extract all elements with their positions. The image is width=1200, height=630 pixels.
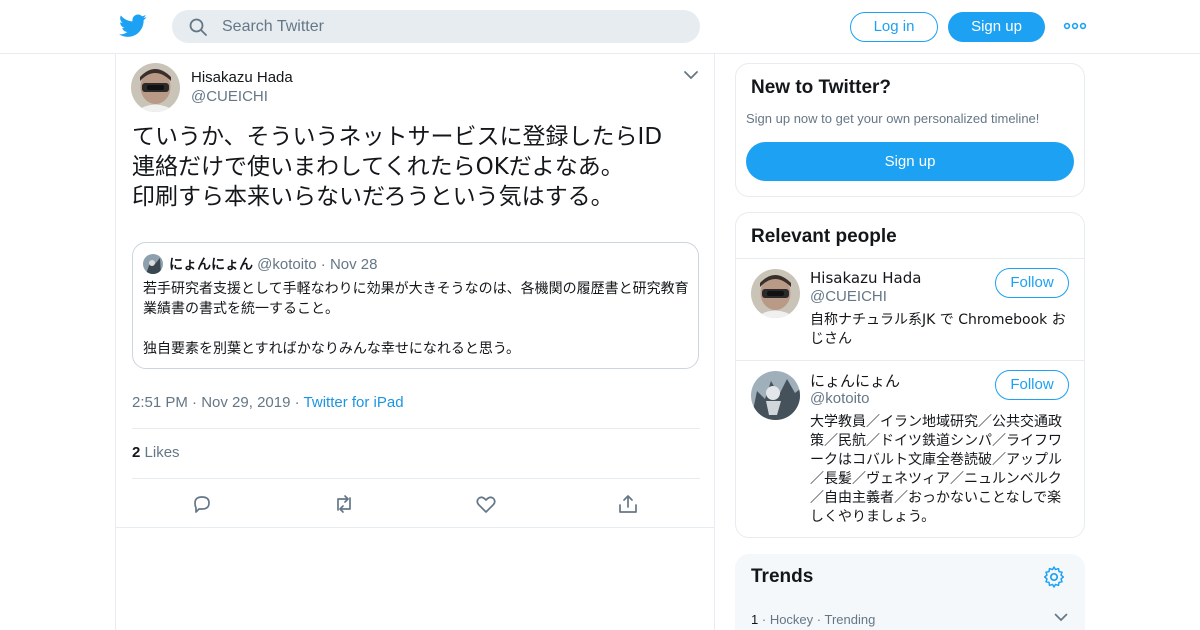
- card-subtitle: Sign up now to get your own personalized…: [746, 111, 1040, 126]
- trend-item[interactable]: 1 · Hockey · Trending: [751, 612, 875, 627]
- relevant-people-card: Relevant people Hisakazu Hada @CUEICHI F…: [735, 212, 1085, 538]
- tweet-text: ていうか、そういうネットサービスに登録したらID 連絡だけで使いまわしてくれたら…: [132, 124, 663, 210]
- quoted-header: にょんにょん @kotoito · Nov 28: [169, 254, 377, 274]
- likes-count: 2: [132, 444, 141, 461]
- quoted-author-avatar: [143, 254, 163, 274]
- divider: [116, 527, 714, 528]
- search-icon: [189, 18, 207, 36]
- twitter-logo-icon[interactable]: [119, 13, 147, 39]
- retweet-icon[interactable]: [333, 493, 355, 515]
- tweet-detail-column: Hisakazu Hada @CUEICHI ていうか、そういうネットサービスに…: [115, 54, 715, 630]
- author-avatar[interactable]: [131, 63, 180, 112]
- chevron-down-icon[interactable]: [683, 70, 699, 80]
- tweet-timestamp: 2:51 PM · Nov 29, 2019 · Twitter for iPa…: [132, 394, 404, 411]
- trend-rank: 1: [751, 612, 759, 627]
- tweet-source-link[interactable]: Twitter for iPad: [304, 394, 404, 411]
- author-name[interactable]: Hisakazu Hada: [191, 69, 293, 86]
- person-handle[interactable]: @kotoito: [810, 390, 869, 407]
- top-bar: Log in Sign up: [0, 0, 1200, 54]
- signup-button[interactable]: Sign up: [948, 12, 1045, 42]
- divider: [736, 258, 1084, 259]
- settings-gear-icon[interactable]: [1043, 566, 1065, 588]
- person-bio: 自称ナチュラル系JK で Chromebook おじさん: [810, 312, 1066, 347]
- likes-label: Likes: [144, 444, 180, 461]
- dot-separator: ·: [761, 612, 770, 627]
- dot-separator: ·: [294, 394, 304, 411]
- person-name[interactable]: にょんにょん: [810, 370, 900, 391]
- signup-button-large[interactable]: Sign up: [746, 142, 1074, 181]
- chevron-down-icon[interactable]: [1054, 613, 1068, 622]
- quoted-date: Nov 28: [329, 256, 378, 273]
- more-options-icon[interactable]: [1063, 18, 1087, 34]
- quoted-tweet[interactable]: にょんにょん @kotoito · Nov 28 若手研究者支援として手軽なわり…: [132, 242, 699, 369]
- new-to-twitter-card: New to Twitter? Sign up now to get your …: [735, 63, 1085, 197]
- person-avatar[interactable]: [751, 269, 800, 318]
- follow-button[interactable]: Follow: [995, 268, 1069, 298]
- like-heart-icon[interactable]: [475, 493, 497, 515]
- trend-topic: Hockey: [769, 612, 814, 627]
- divider: [736, 360, 1084, 361]
- dot-separator: ·: [320, 256, 330, 273]
- follow-button[interactable]: Follow: [995, 370, 1069, 400]
- person-bio: 大学教員／イラン地域研究／公共交通政策／民航／ドイツ鉄道シンパ／ライフワークはコ…: [810, 414, 1062, 525]
- dot-separator: ·: [816, 612, 825, 627]
- card-title: Trends: [751, 566, 814, 587]
- card-title: Relevant people: [751, 226, 897, 247]
- login-button[interactable]: Log in: [850, 12, 938, 42]
- search-input[interactable]: [222, 10, 682, 43]
- tweet-date[interactable]: Nov 29, 2019: [201, 394, 290, 411]
- person-handle[interactable]: @CUEICHI: [810, 288, 887, 305]
- trend-status: Trending: [824, 612, 876, 627]
- quoted-author-name: にょんにょん: [169, 257, 253, 273]
- dot-separator: ·: [192, 394, 202, 411]
- quoted-text: 若手研究者支援として手軽なわりに効果が大きそうなのは、各機関の履歴書と研究教育業…: [143, 281, 689, 357]
- reply-icon[interactable]: [191, 493, 213, 515]
- card-title: New to Twitter?: [751, 77, 892, 98]
- quoted-author-handle: @kotoito: [257, 256, 317, 273]
- person-name[interactable]: Hisakazu Hada: [810, 269, 921, 287]
- share-icon[interactable]: [617, 493, 639, 515]
- divider: [132, 428, 700, 429]
- tweet-time[interactable]: 2:51 PM: [132, 394, 188, 411]
- likes-stat[interactable]: 2 Likes: [132, 444, 180, 461]
- divider: [132, 478, 700, 479]
- search-bar[interactable]: [172, 10, 700, 43]
- person-avatar[interactable]: [751, 371, 800, 420]
- author-handle[interactable]: @CUEICHI: [191, 88, 268, 105]
- trends-card: Trends 1 · Hockey · Trending: [735, 554, 1085, 630]
